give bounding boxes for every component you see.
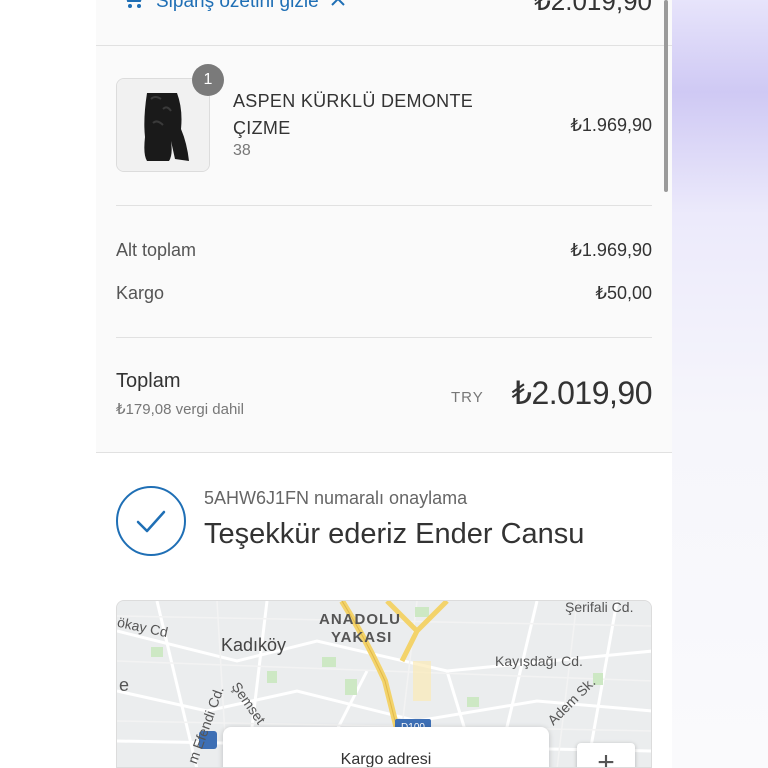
map-label-kayisdagi: Kayışdağı Cd.: [495, 653, 583, 669]
subtotal-value: ₺1.969,90: [570, 240, 652, 260]
right-backdrop: [672, 0, 768, 768]
product-name: ASPEN KÜRKLÜ DEMONTE ÇIZME: [233, 91, 474, 138]
left-backdrop: [0, 0, 96, 768]
shipping-address-popup[interactable]: Kargo adresi: [223, 727, 549, 768]
order-summary-toggle-total: ₺2.019,90: [534, 0, 652, 16]
shipping-map[interactable]: D100 ANADOLU YAKASI Kadıköy Kayışdağı Cd…: [116, 600, 652, 768]
tax-note: ₺179,08 vergi dahil: [116, 401, 244, 418]
subtotal-label: Alt toplam: [116, 240, 197, 260]
thank-you-heading: Teşekkür ederiz Ender Cansu: [204, 518, 585, 550]
cart-icon: [120, 0, 144, 16]
zoom-in-button[interactable]: +: [577, 743, 635, 767]
product-price: ₺1.969,90: [570, 115, 652, 135]
shipping-row: Kargo ₺50,00: [116, 283, 652, 304]
scrollbar[interactable]: [664, 0, 668, 192]
shipping-label: Kargo: [116, 283, 165, 303]
chevron-up-icon: [330, 0, 345, 13]
divider: [116, 337, 652, 338]
currency-code: TRY: [451, 389, 484, 406]
map-label-e: e: [119, 675, 130, 695]
checkmark-icon: [116, 486, 186, 556]
shipping-value: ₺50,00: [595, 283, 653, 303]
shipping-address-label: Kargo adresi: [340, 751, 432, 768]
order-summary-toggle[interactable]: Sipariş özetini gizle: [120, 0, 345, 16]
total-label: Toplam: [116, 370, 181, 392]
product-variant: 38: [233, 142, 251, 159]
order-summary-toggle-label: Sipariş özetini gizle: [156, 0, 319, 12]
order-summary-toggle-row: Sipariş özetini gizle ₺2.019,90: [96, 0, 672, 46]
quantity-badge: 1: [192, 64, 224, 96]
confirmation-number: 5AHW6J1FN numaralı onaylama: [204, 488, 468, 508]
map-label-anadolu: ANADOLU: [319, 611, 401, 628]
subtotal-row: Alt toplam ₺1.969,90: [116, 240, 652, 261]
divider: [116, 205, 652, 206]
product-thumbnail: [116, 78, 210, 172]
grand-total: ₺2.019,90: [511, 375, 653, 411]
map-label-kadikoy: Kadıköy: [221, 635, 287, 655]
product-line-item: 1 ASPEN KÜRKLÜ DEMONTE ÇIZME 38 ₺1.969,9…: [116, 64, 652, 174]
map-label-serifali: Şerifali Cd.: [565, 600, 634, 615]
map-label-yakasi: YAKASI: [331, 629, 393, 646]
